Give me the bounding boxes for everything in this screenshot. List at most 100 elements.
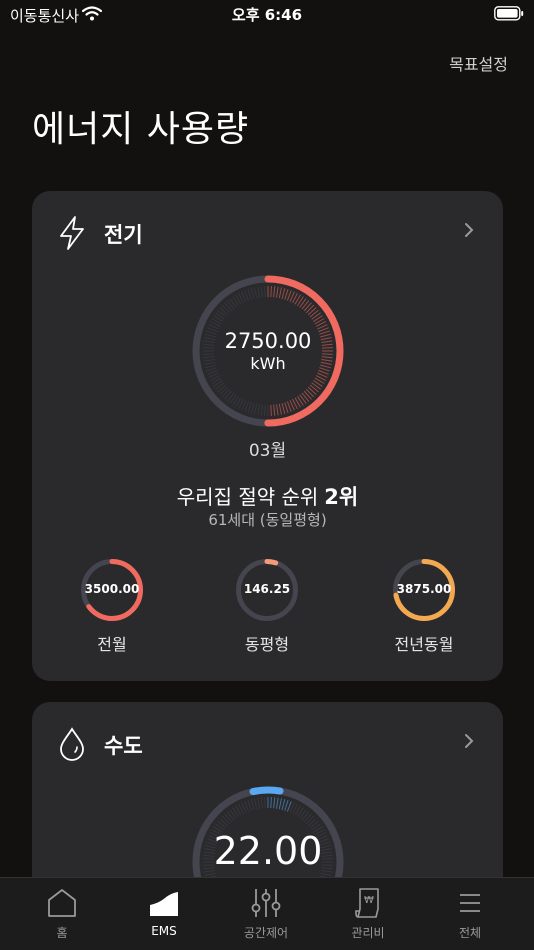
gauge-tick — [264, 286, 266, 298]
page-title: 에너지 사용량 — [32, 109, 250, 150]
gauge-tick — [305, 815, 315, 825]
menu-icon — [453, 887, 487, 923]
tab-home[interactable]: 홈 — [9, 878, 115, 950]
gauge-tick — [281, 403, 286, 414]
electricity-usage-unit: kWh — [250, 354, 286, 373]
last-year-label: 전년동월 — [394, 635, 454, 654]
chevron-right-icon[interactable] — [463, 221, 475, 243]
gauge-tick — [281, 288, 286, 299]
gauge-tick — [284, 402, 289, 413]
lightning-icon — [58, 215, 86, 255]
saving-rank: 우리집 절약 순위 2위 — [32, 481, 503, 511]
svg-text:₩: ₩ — [364, 895, 374, 906]
gauge-tick — [253, 287, 258, 299]
gauge-tick — [273, 797, 276, 809]
previous-month-value: 3500.00 — [84, 582, 140, 596]
electricity-usage-value: 2750.00 — [224, 329, 312, 353]
gauge-tick — [221, 388, 231, 398]
gauge-tick — [270, 404, 272, 416]
usage-month: 03월 — [248, 441, 287, 461]
tab-space-control[interactable]: 공간제어 — [213, 878, 319, 950]
tab-home-label: 홈 — [56, 926, 68, 940]
last-year-value: 3875.00 — [396, 582, 452, 596]
gauge-tick — [305, 388, 315, 398]
gauge-tick — [278, 403, 283, 415]
gauge-tick — [224, 302, 233, 312]
gauge-tick — [219, 386, 229, 395]
electricity-title: 전기 — [104, 223, 143, 247]
water-drop-icon — [58, 726, 86, 766]
gauge-tick — [305, 304, 315, 314]
previous-month-gauge: 3500.00 — [80, 558, 144, 622]
status-time: 오후 6:46 — [231, 6, 303, 24]
gauge-tick — [303, 390, 312, 400]
gauge-tick — [284, 289, 289, 300]
saving-rank-value: 2위 — [324, 485, 359, 509]
gauge-tick — [247, 800, 252, 811]
gauge-tick — [307, 818, 317, 827]
gauge-tick — [257, 404, 261, 416]
gauge-tick — [219, 307, 229, 316]
home-icon — [45, 887, 79, 923]
water-usage-value: 22.00 — [213, 829, 323, 873]
same-size-gauge: 146.25 — [235, 558, 299, 622]
electricity-card[interactable]: 전기 2750.00 kWh 03월 우리집 절약 순위 2위 61세대 (동일평… — [32, 191, 503, 681]
sliders-icon — [249, 887, 283, 923]
battery-icon — [494, 6, 524, 25]
tab-bar: 홈 EMS 공간제어 ₩ 관리비 전체 — [0, 877, 534, 950]
gauge-tick — [307, 386, 317, 395]
gauge-tick — [247, 402, 252, 413]
gauge-tick — [303, 813, 312, 823]
gauge-tick — [253, 798, 258, 810]
bill-icon: ₩ — [351, 887, 385, 923]
gauge-tick — [253, 403, 258, 415]
gauge-tick — [278, 287, 283, 299]
gauge-tick — [224, 813, 233, 823]
gauge-tick — [270, 286, 272, 298]
gauge-tick — [221, 304, 231, 314]
gauge-tick — [224, 390, 233, 400]
gauge-tick — [270, 797, 272, 809]
gauge-tick — [226, 811, 235, 821]
last-year-gauge: 3875.00 — [392, 558, 456, 622]
same-size-value: 146.25 — [243, 582, 291, 596]
gauge-tick — [264, 404, 266, 416]
gauge-tick — [260, 797, 263, 809]
status-bar: 이동통신사 오후 6:46 — [0, 0, 534, 28]
gauge-tick — [273, 404, 276, 416]
gauge-tick — [260, 286, 263, 298]
gauge-tick — [301, 811, 310, 821]
gauge-tick — [275, 797, 279, 809]
gauge-tick — [264, 797, 266, 809]
gauge-tick — [303, 302, 312, 312]
gauge-tick — [281, 799, 286, 810]
tab-ems-label: EMS — [151, 924, 177, 938]
chevron-right-icon[interactable] — [463, 732, 475, 754]
gauge-tick — [275, 404, 279, 416]
water-title: 수도 — [104, 734, 143, 758]
gauge-tick — [309, 309, 319, 318]
gauge-tick — [247, 289, 252, 300]
gauge-tick — [250, 403, 255, 414]
gauge-tick — [301, 392, 310, 402]
gauge-tick — [320, 872, 332, 877]
gauge-tick — [273, 286, 276, 298]
tab-all[interactable]: 전체 — [417, 878, 523, 950]
gauge-tick — [217, 820, 227, 829]
gauge-tick — [221, 815, 231, 825]
goal-setting-link[interactable]: 목표설정 — [449, 51, 508, 75]
tab-ems[interactable]: EMS — [111, 878, 217, 950]
gauge-tick — [278, 798, 283, 810]
gauge-tick — [301, 300, 310, 310]
gauge-tick — [309, 820, 319, 829]
gauge-tick — [250, 799, 255, 810]
tab-all-label: 전체 — [458, 926, 482, 940]
gauge-tick — [217, 309, 227, 318]
previous-month-label: 전월 — [97, 635, 127, 654]
gauge-tick — [307, 307, 317, 316]
gauge-tick — [275, 286, 279, 298]
tab-management-fee[interactable]: ₩ 관리비 — [315, 878, 421, 950]
tab-management-fee-label: 관리비 — [351, 926, 385, 940]
gauge-tick — [226, 300, 235, 310]
household-count: 61세대 (동일평형) — [208, 511, 327, 529]
